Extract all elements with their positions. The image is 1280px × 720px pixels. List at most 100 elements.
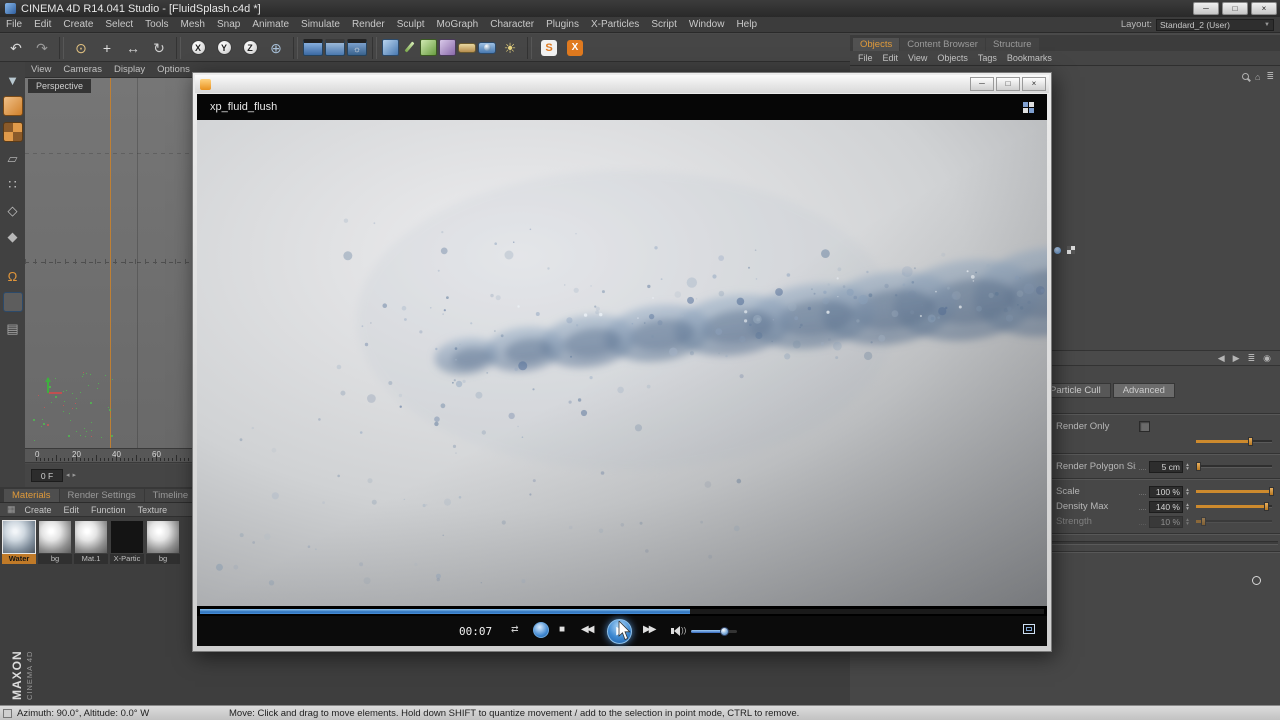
undo-icon[interactable]: ↶ [4,36,28,60]
close-button[interactable]: × [1251,2,1277,15]
om-menu-objects[interactable]: Objects [932,53,973,63]
om-menu-file[interactable]: File [853,53,878,63]
om-menu-bookmarks[interactable]: Bookmarks [1002,53,1057,63]
layout-select[interactable]: Standard_2 (User) ▼ [1156,18,1274,31]
y-axis-button[interactable]: Y [212,36,236,60]
x-axis-button[interactable]: X [186,36,210,60]
grid-view-icon[interactable] [1023,101,1034,113]
sketchfab-icon[interactable]: S [537,36,561,60]
minimize-button[interactable]: ─ [1193,2,1219,15]
material-water[interactable]: Water [2,520,36,564]
viewport-menu-options[interactable]: Options [151,64,196,75]
make-editable-icon[interactable]: ▼ [3,70,23,90]
render-polygon-size-slider[interactable] [1196,462,1272,471]
edges-mode-icon[interactable]: ◇ [3,200,23,220]
layer-manager-icon[interactable]: ▤ [3,318,23,338]
density-max-spinner[interactable]: ▴ ▾ [1183,502,1192,512]
render-polygon-size-spinner[interactable]: ▴ ▾ [1183,462,1192,472]
menu-help[interactable]: Help [730,19,763,30]
item-slider[interactable] [1196,437,1272,446]
history-back-icon[interactable]: ◀ [1218,353,1225,363]
live-selection-icon[interactable]: ⊙ [69,36,93,60]
filter-icon[interactable]: ≣ [1266,71,1274,82]
menu-select[interactable]: Select [99,19,139,30]
player-maximize-button[interactable]: □ [996,77,1020,91]
expand-icon[interactable] [1023,624,1035,634]
menu-mesh[interactable]: Mesh [175,19,211,30]
scale-value[interactable]: 100 % [1149,485,1183,498]
menu-render[interactable]: Render [346,19,391,30]
move-tool-icon[interactable]: + [95,36,119,60]
render-picture-viewer-icon[interactable] [325,39,345,56]
menu-file[interactable]: File [0,19,28,30]
material-mat-1[interactable]: Mat.1 [74,521,108,564]
tab-render-settings[interactable]: Render Settings [59,489,144,502]
viewport-menu-display[interactable]: Display [108,64,151,75]
model-mode-icon[interactable] [2,96,23,116]
xparticles-icon[interactable]: X [563,36,587,60]
frame-next-button[interactable]: ▸ [73,472,77,479]
tab-timeline[interactable]: Timeline [144,489,197,502]
coordinate-system-icon[interactable]: ⊕ [264,36,288,60]
menu-x-particles[interactable]: X-Particles [585,19,645,30]
loop-icon[interactable]: ⇄ [511,625,519,634]
material-thumbnail[interactable] [2,520,36,554]
object-icon[interactable] [1054,246,1061,254]
materials-menu-texture[interactable]: Texture [132,505,174,515]
history-forward-icon[interactable]: ▶ [1233,353,1240,363]
deformers-icon[interactable] [439,39,456,56]
frame-prev-button[interactable]: ◂ [66,472,70,479]
render-polygon-size-value[interactable]: 5 cm [1149,460,1183,473]
player-title-bar[interactable]: ─ □ × [195,75,1049,93]
tab-materials[interactable]: Materials [4,489,59,502]
menu-sculpt[interactable]: Sculpt [391,19,431,30]
tab-advanced[interactable]: Advanced [1112,383,1175,398]
scale-spinner[interactable]: ▴ ▾ [1183,487,1192,497]
polygons-mode-icon[interactable]: ◆ [3,226,23,246]
om-menu-tags[interactable]: Tags [973,53,1002,63]
render-view-icon[interactable] [303,39,323,56]
menu-script[interactable]: Script [645,19,683,30]
menu-mograph[interactable]: MoGraph [431,19,485,30]
material-bg[interactable]: bg [146,521,180,564]
camera-icon[interactable] [478,41,496,54]
seek-bar[interactable] [199,608,1045,615]
menu-tools[interactable]: Tools [139,19,174,30]
tab-structure[interactable]: Structure [985,38,1039,51]
render-settings-icon[interactable] [347,39,367,56]
strength-spinner[interactable]: ▴ ▾ [1183,517,1192,527]
scale-slider[interactable] [1196,487,1274,496]
rotate-tool-icon[interactable]: ↻ [147,36,171,60]
material-x-partic[interactable]: X-Partic [110,521,144,564]
generators-icon[interactable] [420,39,437,56]
search-icon[interactable] [1242,73,1250,80]
strength-value[interactable]: 10 % [1149,515,1183,528]
material-thumbnail[interactable] [39,521,71,553]
viewport-menu-cameras[interactable]: Cameras [57,64,108,75]
maximize-button[interactable]: □ [1222,2,1248,15]
list-icon[interactable]: ≣ [1248,353,1256,363]
video-frame[interactable] [197,120,1047,606]
player-minimize-button[interactable]: ─ [970,77,994,91]
object-list-item[interactable] [1054,246,1075,254]
menu-character[interactable]: Character [484,19,540,30]
menu-window[interactable]: Window [683,19,731,30]
menu-create[interactable]: Create [57,19,99,30]
menu-simulate[interactable]: Simulate [295,19,346,30]
viewport-menu-view[interactable]: View [25,64,57,75]
menu-snap[interactable]: Snap [211,19,246,30]
texture-tag-icon[interactable] [1067,246,1075,254]
cube-primitive-icon[interactable] [382,39,399,56]
rewind-button[interactable]: ◀◀ [581,625,594,635]
volume-knob[interactable] [719,626,729,636]
redo-icon[interactable]: ↷ [30,36,54,60]
light-icon[interactable]: ☀ [498,36,522,60]
material-thumbnail[interactable] [111,521,143,553]
tab-content-browser[interactable]: Content Browser [900,38,985,51]
density-max-slider[interactable] [1196,502,1272,511]
material-thumbnail[interactable] [147,521,179,553]
points-mode-icon[interactable]: ∷ [3,174,23,194]
materials-menu-create[interactable]: Create [19,505,58,515]
viewport-filter-icon[interactable] [2,292,23,312]
menu-animate[interactable]: Animate [246,19,295,30]
